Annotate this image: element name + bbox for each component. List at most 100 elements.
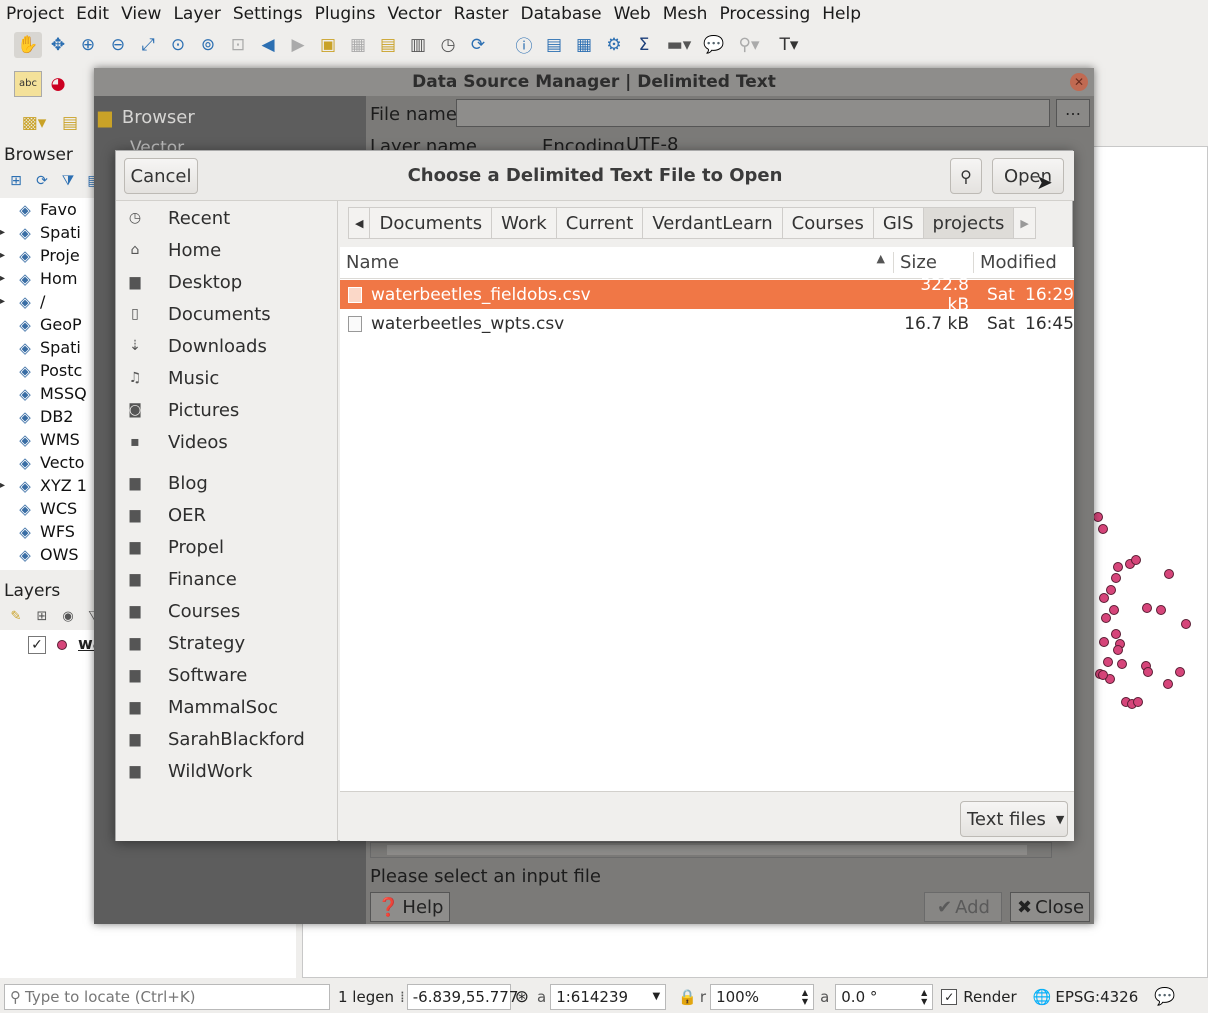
filter-icon[interactable]: ⧩ [56,168,80,194]
place-downloads[interactable]: ⇣ Downloads [116,330,337,362]
lock-scale-icon[interactable]: 🔒 [678,988,697,1006]
menu-vector[interactable]: Vector [381,4,447,24]
label-abc-icon[interactable]: abc [14,70,42,97]
close-button[interactable]: ✖ Close [1010,892,1090,922]
expand-arrow-icon[interactable]: ▸ [0,227,14,238]
zoom-native-icon[interactable]: ⊡ [224,32,252,58]
rotation-spinbox[interactable]: 0.0 ° ▲ ▼ [835,983,934,1010]
identify-icon[interactable]: ⓘ [510,32,538,58]
bookmark-strategy[interactable]: ▆ Strategy [116,627,337,659]
expand-arrow-icon[interactable]: ▸ [0,273,14,284]
browser-item[interactable]: ◈ Spati [0,336,100,359]
browser-item[interactable]: ◈ Postc [0,359,100,382]
browser-item[interactable]: ▸ ◈ Spati [0,221,100,244]
browser-item[interactable]: ◈ WFS [0,520,100,543]
bookmark-wildwork[interactable]: ▆ WildWork [116,755,337,787]
dsm-sidebar-browser[interactable]: ▆ Browser [98,104,195,130]
browser-item[interactable]: ▸ ◈ XYZ 1 [0,474,100,497]
browser-item[interactable]: ▸ ◈ Hom [0,267,100,290]
new-bookmark-icon[interactable]: ▤ [374,32,402,58]
file-row[interactable]: waterbeetles_fieldobs.csv 322.8 kB Sat 16:2… [340,275,1074,315]
help-button[interactable]: ❓ Help [370,892,450,922]
open-button[interactable]: Open [992,158,1064,194]
zoom-to-selection-icon[interactable]: ⊙ [164,32,192,58]
temporal-controller-icon[interactable]: ◷ [434,32,462,58]
zoom-next-icon[interactable]: ▶ [284,32,312,58]
attribute-table-icon[interactable]: ▤ [540,32,568,58]
statistics-icon[interactable]: Σ [630,32,658,58]
menu-mesh[interactable]: Mesh [657,4,714,24]
bookmark-courses[interactable]: ▆ Courses [116,595,337,627]
text-annotation-icon[interactable]: T▾ [770,32,808,58]
breadcrumb-projects[interactable]: projects [923,207,1015,239]
pan-icon[interactable]: ✋ [14,31,42,58]
zoom-full-icon[interactable]: ⤢ [134,32,162,58]
bookmark-finance[interactable]: ▆ Finance [116,563,337,595]
browser-item[interactable]: ◈ MSSQ [0,382,100,405]
bookmark-oer[interactable]: ▆ OER [116,499,337,531]
measure-icon[interactable]: ▬▾ [660,32,698,58]
path-right-arrow[interactable]: ▶ [1014,207,1036,239]
zoom-to-layer-icon[interactable]: ⊚ [194,32,222,58]
expand-arrow-icon[interactable]: ▸ [0,250,14,261]
breadcrumb-current[interactable]: Current [556,207,644,239]
visibility-icon[interactable]: ◉ [56,603,80,629]
scrollbar-thumb[interactable] [387,845,1027,855]
expand-arrow-icon[interactable]: ▸ [0,480,14,491]
pan-to-selection-icon[interactable]: ✥ [44,32,72,58]
add-selected-layers-icon[interactable]: ⊞ [4,168,28,194]
browser-item[interactable]: ◈ WMS [0,428,100,451]
toggle-extents-icon[interactable]: ⊛ [515,987,529,1007]
size-column-header[interactable]: Size [894,252,974,273]
menu-project[interactable]: Project [0,4,70,24]
processing-toolbox-icon[interactable]: ⚙ [600,32,628,58]
select-features-icon[interactable]: ▩▾ [14,110,54,136]
place-videos[interactable]: ▪ Videos [116,426,337,458]
zoom-out-icon[interactable]: ⊖ [104,32,132,58]
new-map-view-icon[interactable]: ▣ [314,32,342,58]
crs-button[interactable]: EPSG:4326 [1055,988,1138,1006]
browse-button[interactable]: … [1056,99,1090,127]
locator-search-input[interactable]: ⚲ Type to locate (Ctrl+K) [4,983,330,1010]
place-music[interactable]: ♫ Music [116,362,337,394]
breadcrumb-documents[interactable]: Documents [370,207,493,239]
browser-item[interactable]: ◈ Vecto [0,451,100,474]
menu-settings[interactable]: Settings [227,4,309,24]
menu-edit[interactable]: Edit [70,4,115,24]
browser-item[interactable]: ◈ Favo [0,198,100,221]
place-desktop[interactable]: ▆ Desktop [116,266,337,298]
style-icon[interactable]: ✎ [4,603,28,629]
place-documents[interactable]: ▯ Documents [116,298,337,330]
browser-item[interactable]: ◈ WCS [0,497,100,520]
magnifier-spinbox[interactable]: 100% ▲ ▼ [710,983,815,1010]
bookmark-blog[interactable]: ▆ Blog [116,467,337,499]
coordinate-field[interactable]: -6.839,55.777 [406,983,518,1010]
browser-item[interactable]: ◈ GeoP [0,313,100,336]
messages-icon[interactable]: 💬 [1154,987,1175,1007]
place-home[interactable]: ⌂ Home [116,234,337,266]
diagram-icon[interactable]: ◕ [44,71,72,97]
browser-item[interactable]: ▸ ◈ Proje [0,244,100,267]
refresh-icon[interactable]: ⟳ [30,168,54,194]
zoom-in-icon[interactable]: ⊕ [74,32,102,58]
show-bookmarks-icon[interactable]: ▥ [404,32,432,58]
menu-processing[interactable]: Processing [713,4,816,24]
expand-arrow-icon[interactable]: ▸ [0,296,14,307]
menu-layer[interactable]: Layer [167,4,226,24]
deselect-icon[interactable]: ▤ [56,110,84,136]
layer-visibility-checkbox[interactable]: ✓ [28,636,46,654]
scale-select[interactable]: 1:614239 ▼ [550,983,667,1010]
breadcrumb-work[interactable]: Work [492,207,557,239]
search-icon[interactable]: ⚲ [950,158,982,194]
browser-item[interactable]: ◈ DB2 [0,405,100,428]
file-filter-select[interactable]: Text files ▼ [960,801,1068,837]
menu-help[interactable]: Help [816,4,867,24]
menu-view[interactable]: View [115,4,167,24]
map-tips-icon[interactable]: 💬 [700,32,728,58]
menu-plugins[interactable]: Plugins [309,4,382,24]
breadcrumb-gis[interactable]: GIS [873,207,924,239]
file-name-input[interactable] [456,99,1050,127]
breadcrumb-courses[interactable]: Courses [782,207,874,239]
bookmark-sarahblackford[interactable]: ▆ SarahBlackford [116,723,337,755]
breadcrumb-verdantlearn[interactable]: VerdantLearn [643,207,783,239]
